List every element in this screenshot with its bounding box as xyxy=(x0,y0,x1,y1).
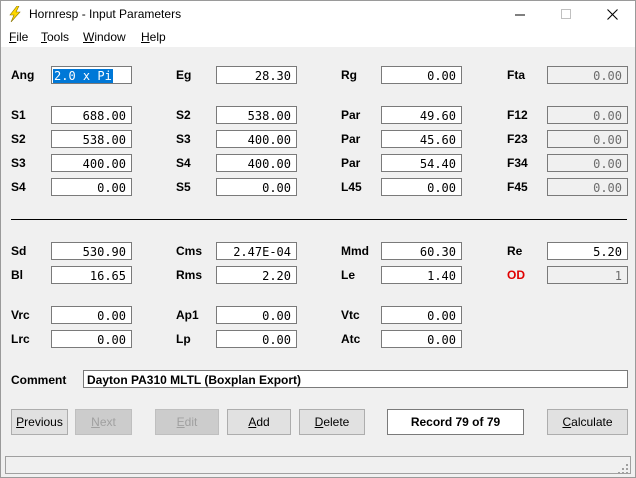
label-s3: S3 xyxy=(11,156,26,170)
field-fta[interactable]: 0.00 xyxy=(547,66,628,84)
field-od[interactable]: 1 xyxy=(547,266,628,284)
field-s3[interactable]: 400.00 xyxy=(51,154,132,172)
label-lp: Lp xyxy=(176,332,191,346)
label-s5: S5 xyxy=(176,180,191,194)
field-s4[interactable]: 0.00 xyxy=(51,178,132,196)
field-ang[interactable]: 2.0 x Pi xyxy=(51,66,132,84)
edit-button[interactable]: Edit xyxy=(155,409,219,435)
lightning-bolt-icon xyxy=(7,5,23,23)
field-s3-right[interactable]: 400.00 xyxy=(216,130,297,148)
field-f45[interactable]: 0.00 xyxy=(547,178,628,196)
label-vrc: Vrc xyxy=(11,308,30,322)
field-ap1[interactable]: 0.00 xyxy=(216,306,297,324)
label-s2-right: S2 xyxy=(176,108,191,122)
field-s2[interactable]: 538.00 xyxy=(51,130,132,148)
label-l45: L45 xyxy=(341,180,362,194)
field-lp[interactable]: 0.00 xyxy=(216,330,297,348)
label-ang: Ang xyxy=(11,68,35,82)
label-fta: Fta xyxy=(507,68,525,82)
field-vtc[interactable]: 0.00 xyxy=(381,306,462,324)
label-le: Le xyxy=(341,268,356,282)
minimize-button[interactable] xyxy=(497,1,543,27)
label-s4-right: S4 xyxy=(176,156,191,170)
close-button[interactable] xyxy=(589,1,635,27)
record-indicator: Record 79 of 79 xyxy=(387,409,524,435)
label-par-1: Par xyxy=(341,108,361,122)
field-f23[interactable]: 0.00 xyxy=(547,130,628,148)
title-bar[interactable]: Hornresp - Input Parameters xyxy=(1,1,635,27)
next-button[interactable]: Next xyxy=(75,409,132,435)
field-par-3[interactable]: 54.40 xyxy=(381,154,462,172)
menu-help[interactable]: Help xyxy=(141,30,166,44)
maximize-button[interactable] xyxy=(543,1,589,27)
previous-button[interactable]: Previous xyxy=(11,409,68,435)
menu-bar: File Tools Window Help xyxy=(1,27,635,47)
label-s2: S2 xyxy=(11,132,26,146)
label-cms: Cms xyxy=(176,244,203,258)
window-title: Hornresp - Input Parameters xyxy=(29,7,182,21)
field-par-2[interactable]: 45.60 xyxy=(381,130,462,148)
label-eg: Eg xyxy=(176,68,192,82)
menu-file[interactable]: File xyxy=(9,30,28,44)
field-par-1[interactable]: 49.60 xyxy=(381,106,462,124)
field-mmd[interactable]: 60.30 xyxy=(381,242,462,260)
menu-tools[interactable]: Tools xyxy=(41,30,69,44)
field-l45[interactable]: 0.00 xyxy=(381,178,462,196)
section-divider xyxy=(11,219,627,220)
field-atc[interactable]: 0.00 xyxy=(381,330,462,348)
label-f34: F34 xyxy=(507,156,528,170)
field-re[interactable]: 5.20 xyxy=(547,242,628,260)
label-par-3: Par xyxy=(341,156,361,170)
label-s1: S1 xyxy=(11,108,26,122)
hornresp-window: Hornresp - Input Parameters File Tools W… xyxy=(0,0,636,478)
field-s5[interactable]: 0.00 xyxy=(216,178,297,196)
label-f45: F45 xyxy=(507,180,528,194)
label-lrc: Lrc xyxy=(11,332,30,346)
field-rg[interactable]: 0.00 xyxy=(381,66,462,84)
label-mmd: Mmd xyxy=(341,244,369,258)
label-re: Re xyxy=(507,244,523,258)
field-s2-right[interactable]: 538.00 xyxy=(216,106,297,124)
status-bar xyxy=(5,456,631,474)
field-cms[interactable]: 2.47E-04 xyxy=(216,242,297,260)
delete-button[interactable]: Delete xyxy=(299,409,365,435)
label-sd: Sd xyxy=(11,244,27,258)
calculate-button[interactable]: Calculate xyxy=(547,409,628,435)
field-lrc[interactable]: 0.00 xyxy=(51,330,132,348)
label-atc: Atc xyxy=(341,332,361,346)
add-button[interactable]: Add xyxy=(227,409,291,435)
label-rg: Rg xyxy=(341,68,357,82)
field-bl[interactable]: 16.65 xyxy=(51,266,132,284)
comment-field[interactable]: Dayton PA310 MLTL (Boxplan Export) xyxy=(83,370,628,388)
label-s3-right: S3 xyxy=(176,132,191,146)
label-rms: Rms xyxy=(176,268,203,282)
field-f12[interactable]: 0.00 xyxy=(547,106,628,124)
menu-window[interactable]: Window xyxy=(83,30,126,44)
label-od: OD xyxy=(507,268,525,282)
field-f34[interactable]: 0.00 xyxy=(547,154,628,172)
resize-grip-icon[interactable] xyxy=(618,461,628,474)
label-f12: F12 xyxy=(507,108,528,122)
field-rms[interactable]: 2.20 xyxy=(216,266,297,284)
label-s4: S4 xyxy=(11,180,26,194)
field-s4-right[interactable]: 400.00 xyxy=(216,154,297,172)
label-bl: Bl xyxy=(11,268,23,282)
field-s1[interactable]: 688.00 xyxy=(51,106,132,124)
label-vtc: Vtc xyxy=(341,308,360,322)
field-sd[interactable]: 530.90 xyxy=(51,242,132,260)
label-par-2: Par xyxy=(341,132,361,146)
field-le[interactable]: 1.40 xyxy=(381,266,462,284)
label-ap1: Ap1 xyxy=(176,308,199,322)
label-comment: Comment xyxy=(11,373,67,387)
field-eg[interactable]: 28.30 xyxy=(216,66,297,84)
field-vrc[interactable]: 0.00 xyxy=(51,306,132,324)
label-f23: F23 xyxy=(507,132,528,146)
